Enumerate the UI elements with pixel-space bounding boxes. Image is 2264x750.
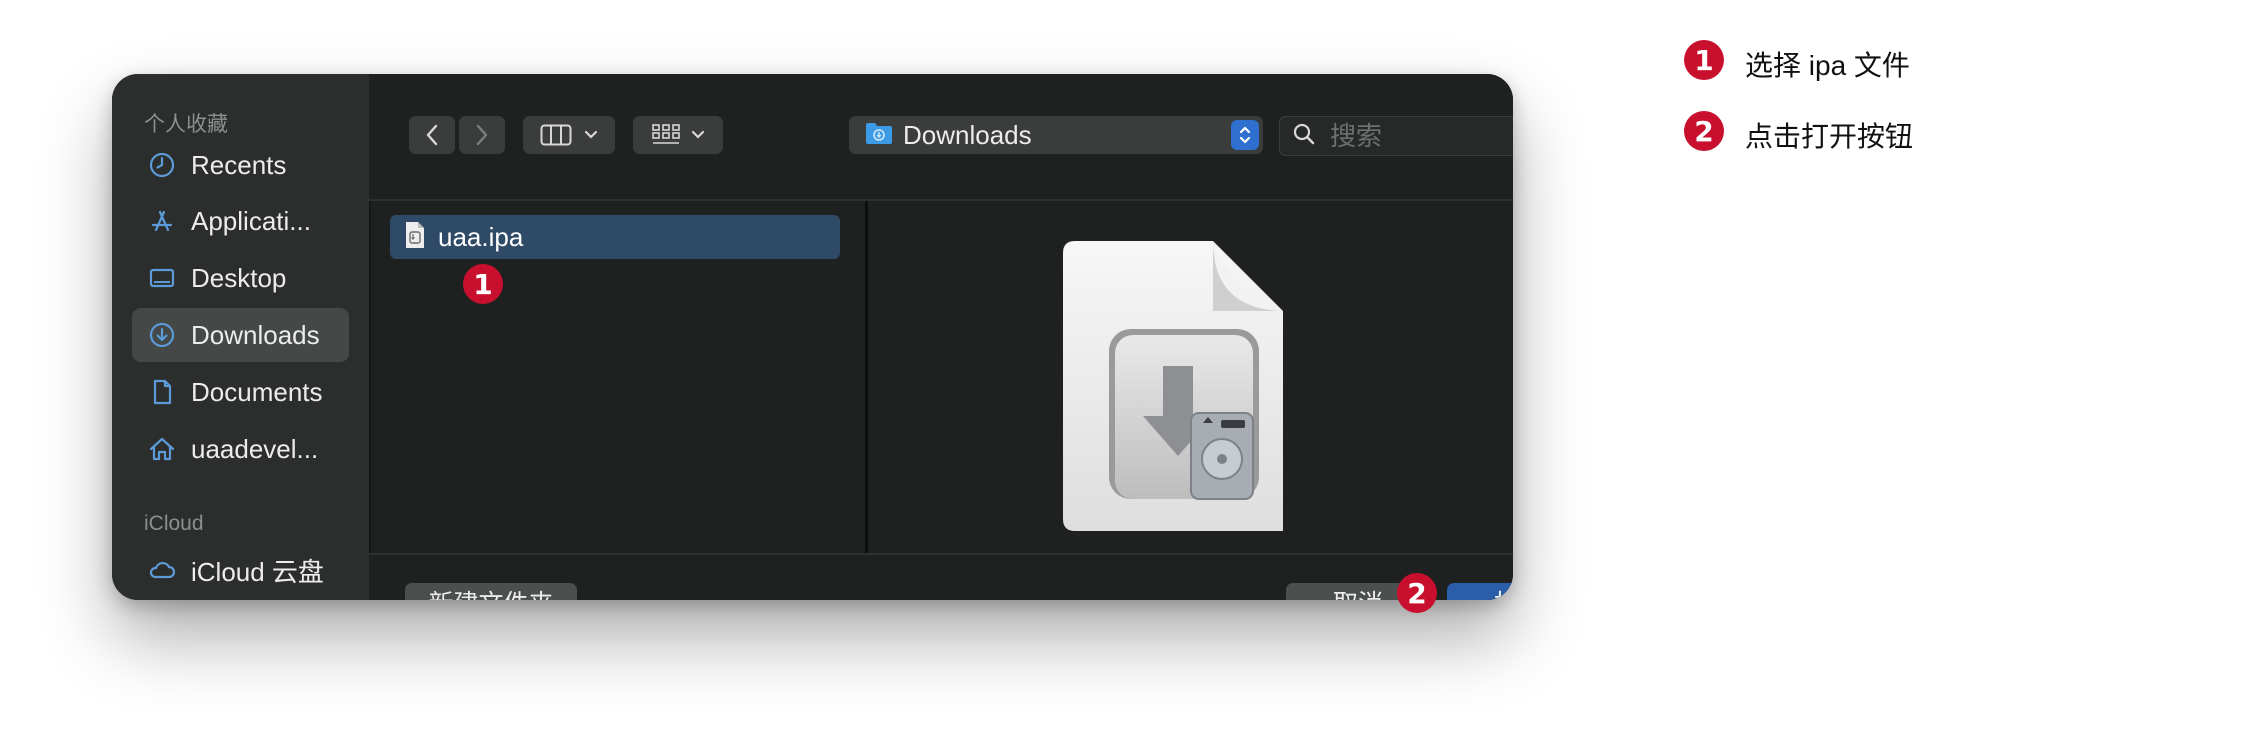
sidebar-item-home[interactable]: uaadevel...	[132, 422, 349, 476]
open-file-dialog: 个人收藏 Recents Applicati... Desktop Downlo…	[112, 74, 1513, 600]
sidebar-item-label: Desktop	[191, 262, 287, 293]
group-by-button[interactable]	[633, 116, 723, 154]
forward-button[interactable]	[459, 116, 505, 154]
view-columns-button[interactable]	[523, 116, 615, 154]
preview-pane	[868, 201, 1513, 553]
installer-document-preview-icon	[1063, 241, 1293, 536]
grid-view-icon	[651, 123, 681, 147]
legend-step-1: 选择 ipa 文件	[1745, 50, 1910, 81]
open-button[interactable]: 打开	[1447, 583, 1513, 600]
downloads-icon	[145, 318, 179, 352]
legend-badge-1: 1	[1684, 40, 1724, 80]
file-browser: uaa.ipa	[369, 201, 1513, 553]
updown-chevron-icon	[1231, 120, 1259, 150]
dialog-footer: 新建文件夹 取消 打开	[369, 553, 1513, 600]
chevron-right-icon	[474, 124, 490, 146]
sidebar-item-documents[interactable]: Documents	[132, 365, 349, 419]
sidebar-item-recents[interactable]: Recents	[132, 138, 349, 192]
cloud-icon	[145, 553, 179, 587]
sidebar-section-icloud: iCloud	[144, 512, 204, 535]
clock-icon	[145, 148, 179, 182]
chevron-left-icon	[424, 124, 440, 146]
sidebar-item-label: uaadevel...	[191, 433, 319, 464]
sidebar-item-desktop[interactable]: Desktop	[132, 251, 349, 305]
step-badge-1: 1	[463, 264, 503, 304]
toolbar: Downloads	[369, 74, 1513, 201]
file-name: uaa.ipa	[438, 221, 524, 252]
legend-step-2: 点击打开按钮	[1745, 121, 1914, 152]
location-label: Downloads	[903, 119, 1032, 150]
search-field[interactable]	[1279, 116, 1513, 156]
file-column: uaa.ipa	[369, 201, 868, 553]
applications-icon	[145, 204, 179, 238]
chevron-down-icon	[584, 130, 598, 140]
legend-badge-2: 2	[1684, 111, 1724, 151]
home-icon	[145, 432, 179, 466]
sidebar-item-applications[interactable]: Applicati...	[132, 194, 349, 248]
ipa-file-icon	[404, 221, 426, 254]
sidebar-section-favorites: 个人收藏	[144, 113, 228, 136]
chevron-down-icon	[691, 130, 705, 140]
sidebar-item-label: Recents	[191, 149, 287, 180]
back-button[interactable]	[409, 116, 455, 154]
sidebar-item-label: Downloads	[191, 319, 320, 350]
search-input[interactable]	[1328, 119, 1513, 153]
sidebar-item-label: Applicati...	[191, 205, 311, 236]
document-icon	[145, 375, 179, 409]
sidebar-item-downloads[interactable]: Downloads	[132, 308, 349, 362]
sidebar-item-label: iCloud 云盘	[191, 556, 324, 587]
step-badge-2: 2	[1397, 573, 1437, 613]
desktop-icon	[145, 261, 179, 295]
location-popup[interactable]: Downloads	[849, 116, 1263, 154]
file-row-uaa-ipa[interactable]: uaa.ipa	[390, 215, 840, 259]
sidebar: 个人收藏 Recents Applicati... Desktop Downlo…	[112, 74, 371, 600]
new-folder-button[interactable]: 新建文件夹	[405, 583, 577, 600]
columns-view-icon	[540, 124, 572, 146]
sidebar-item-label: Documents	[191, 376, 323, 407]
folder-icon	[865, 121, 893, 150]
sidebar-item-icloud-drive[interactable]: iCloud 云盘	[132, 543, 349, 597]
search-icon	[1280, 122, 1328, 151]
